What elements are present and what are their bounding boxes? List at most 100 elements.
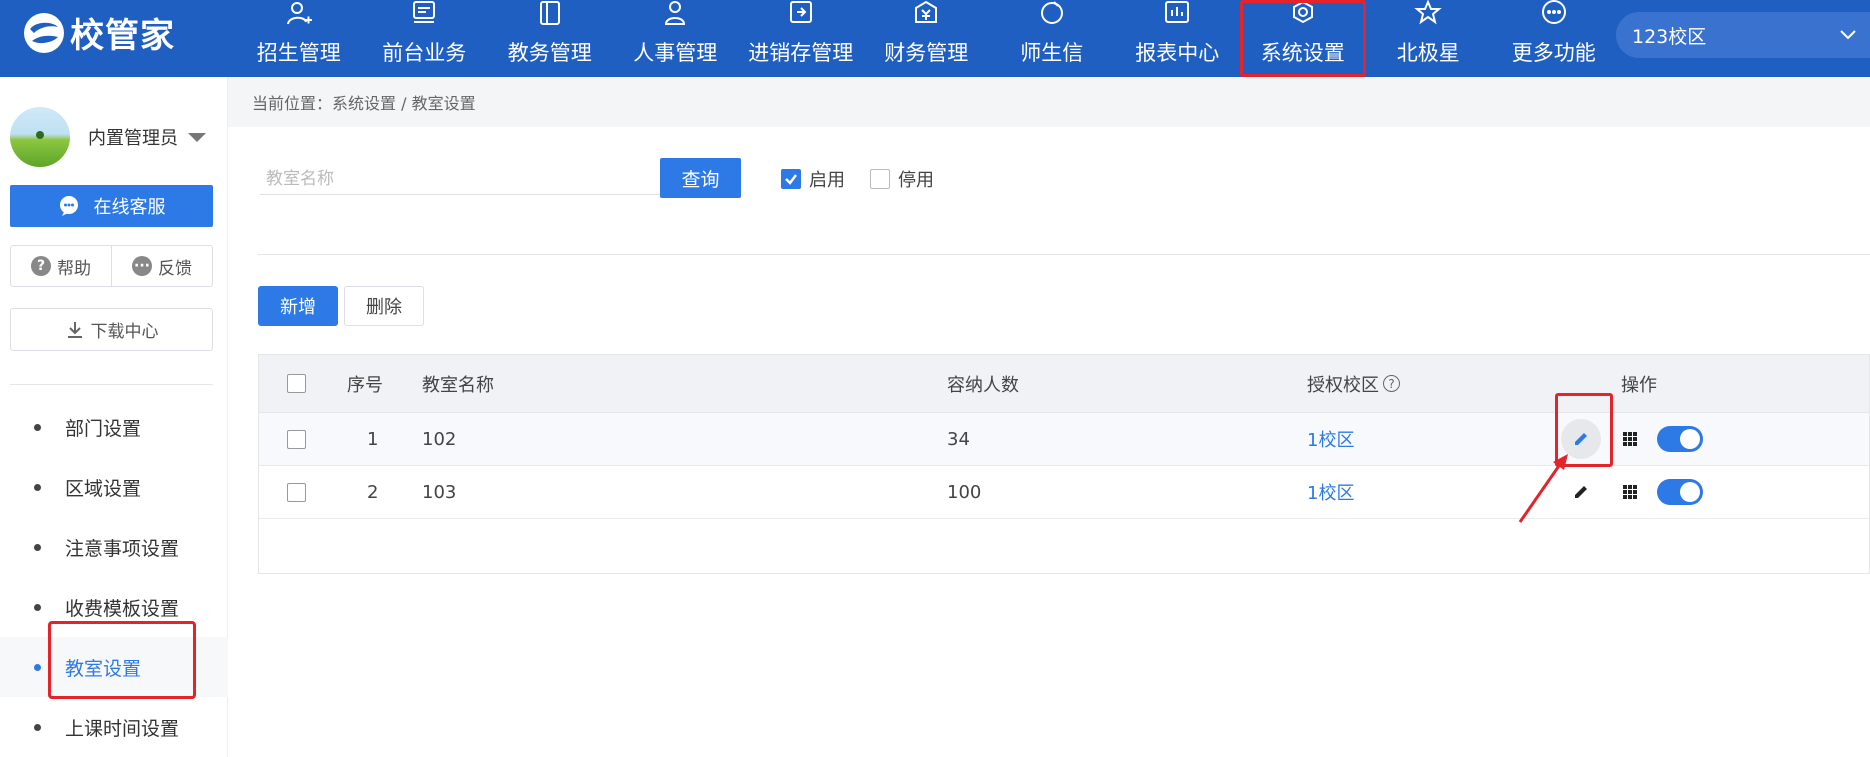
nav-label: 财务管理	[884, 41, 969, 65]
sidebar-item-notes[interactable]: 注意事项设置	[0, 517, 228, 577]
nav-frontdesk[interactable]: 前台业务	[362, 0, 488, 77]
settings-icon	[1289, 0, 1317, 28]
help-label: 帮助	[57, 258, 91, 279]
select-all-cell	[287, 355, 306, 412]
nav-label: 北极星	[1396, 41, 1460, 65]
help-button[interactable]: ? 帮助	[11, 246, 111, 286]
cell-name: 103	[422, 481, 457, 503]
online-service-button[interactable]: 在线客服	[10, 185, 213, 227]
sidebar-item-class-time[interactable]: 上课时间设置	[0, 697, 228, 757]
classroom-name-input[interactable]: 教室名称	[260, 159, 660, 195]
feedback-button[interactable]: ··· 反馈	[111, 246, 212, 286]
pencil-icon	[1575, 433, 1587, 445]
user-name: 内置管理员	[88, 128, 178, 149]
grid-icon	[1623, 432, 1637, 446]
nav-academic[interactable]: 教务管理	[487, 0, 613, 77]
edit-button[interactable]	[1561, 466, 1601, 518]
nav-more[interactable]: 更多功能	[1491, 0, 1617, 77]
bullet-icon	[34, 543, 41, 551]
filter-disabled[interactable]: 停用	[870, 166, 934, 192]
grid-icon	[1623, 485, 1637, 499]
nav-label: 更多功能	[1511, 41, 1596, 65]
nav-inventory[interactable]: 进销存管理	[738, 0, 864, 77]
logo[interactable]: 校管家	[22, 8, 175, 57]
sidebar-item-fee-template[interactable]: 收费模板设置	[0, 577, 228, 637]
cell-capacity: 100	[947, 481, 982, 503]
nav-label: 前台业务	[382, 41, 467, 65]
sidebar-item-label: 收费模板设置	[65, 597, 180, 620]
nav-label: 师生信	[1020, 41, 1084, 65]
sidebar: 内置管理员 在线客服 ? 帮助 ··· 反馈 下载中心 部门设置 区域设置 注意…	[0, 77, 228, 757]
sidebar-item-label: 教室设置	[65, 657, 142, 680]
status-toggle[interactable]	[1657, 466, 1703, 518]
header-capacity: 容纳人数	[947, 374, 1019, 396]
filter-enabled[interactable]: 启用	[781, 166, 845, 192]
nav-reports[interactable]: 报表中心	[1115, 0, 1241, 77]
sidebar-item-classroom[interactable]: 教室设置	[0, 621, 228, 699]
query-button[interactable]: 查询	[660, 158, 741, 198]
header-campus: 授权校区	[1307, 374, 1379, 396]
download-icon	[67, 321, 82, 338]
row-checkbox[interactable]	[287, 429, 306, 449]
enabled-checkbox[interactable]	[781, 169, 801, 189]
feedback-icon: ···	[132, 256, 152, 276]
query-label: 查询	[681, 168, 720, 191]
sidebar-item-label: 上课时间设置	[65, 717, 180, 740]
message-icon	[1038, 0, 1066, 28]
nav-messages[interactable]: 师生信	[989, 0, 1115, 77]
disabled-label: 停用	[898, 170, 934, 191]
nav-finance[interactable]: 财务管理	[864, 0, 990, 77]
campus-select[interactable]: 123校区	[1616, 12, 1870, 58]
report-icon	[1163, 0, 1191, 28]
avatar	[10, 107, 70, 167]
select-all-checkbox[interactable]	[287, 374, 306, 393]
download-center-button[interactable]: 下载中心	[10, 308, 213, 351]
question-icon: ?	[31, 256, 51, 276]
nav-recruit[interactable]: 招生管理	[236, 0, 362, 77]
user-menu[interactable]: 内置管理员	[10, 107, 206, 167]
nav-polaris[interactable]: 北极星	[1366, 0, 1492, 77]
sidebar-item-region[interactable]: 区域设置	[0, 457, 228, 517]
chat-bubble-icon	[59, 196, 78, 216]
nav-label: 进销存管理	[748, 41, 854, 65]
header-ops: 操作	[1621, 374, 1657, 396]
cell-index: 1	[367, 428, 379, 450]
bullet-icon	[34, 723, 41, 731]
sidebar-item-label: 注意事项设置	[65, 537, 180, 560]
nav-label: 报表中心	[1135, 41, 1220, 65]
row-checkbox[interactable]	[287, 482, 306, 502]
cell-name: 102	[422, 428, 457, 450]
person-icon	[661, 0, 689, 28]
nav-label: 人事管理	[633, 41, 718, 65]
inventory-icon	[787, 0, 815, 28]
nav-hr[interactable]: 人事管理	[613, 0, 739, 77]
toggle-switch	[1657, 426, 1703, 452]
breadcrumb: 当前位置：系统设置 / 教室设置	[228, 77, 1870, 127]
status-toggle[interactable]	[1657, 413, 1703, 465]
header-name: 教室名称	[422, 374, 494, 396]
edit-icon-wrap	[1561, 472, 1601, 512]
sidebar-item-department[interactable]: 部门设置	[0, 397, 228, 457]
delete-button[interactable]: 删除	[344, 286, 424, 326]
main-content: 当前位置：系统设置 / 教室设置 教室名称 查询 启用 停用 新增 删除 序号 …	[228, 77, 1870, 757]
add-button[interactable]: 新增	[258, 286, 338, 326]
qr-button[interactable]	[1623, 413, 1637, 465]
user-add-icon	[285, 0, 313, 28]
question-icon[interactable]: ?	[1383, 375, 1400, 392]
breadcrumb-text: 当前位置：系统设置 / 教室设置	[252, 94, 476, 113]
cell-capacity: 34	[947, 428, 970, 450]
cell-campus-link[interactable]: 1校区	[1307, 466, 1354, 518]
cell-campus-link[interactable]: 1校区	[1307, 413, 1354, 465]
logo-icon	[24, 12, 64, 53]
section-divider	[258, 254, 1870, 255]
nav-system-settings[interactable]: 系统设置	[1240, 0, 1366, 77]
table-row: 2 103 100 1校区	[259, 466, 1869, 519]
nav-label: 系统设置	[1260, 41, 1345, 65]
qr-button[interactable]	[1623, 466, 1637, 518]
sidebar-item-label: 区域设置	[65, 477, 142, 500]
disabled-checkbox[interactable]	[870, 169, 890, 189]
book-icon	[536, 0, 564, 28]
online-service-label: 在线客服	[93, 197, 166, 218]
edit-button[interactable]	[1561, 413, 1601, 465]
nav-label: 教务管理	[507, 41, 592, 65]
